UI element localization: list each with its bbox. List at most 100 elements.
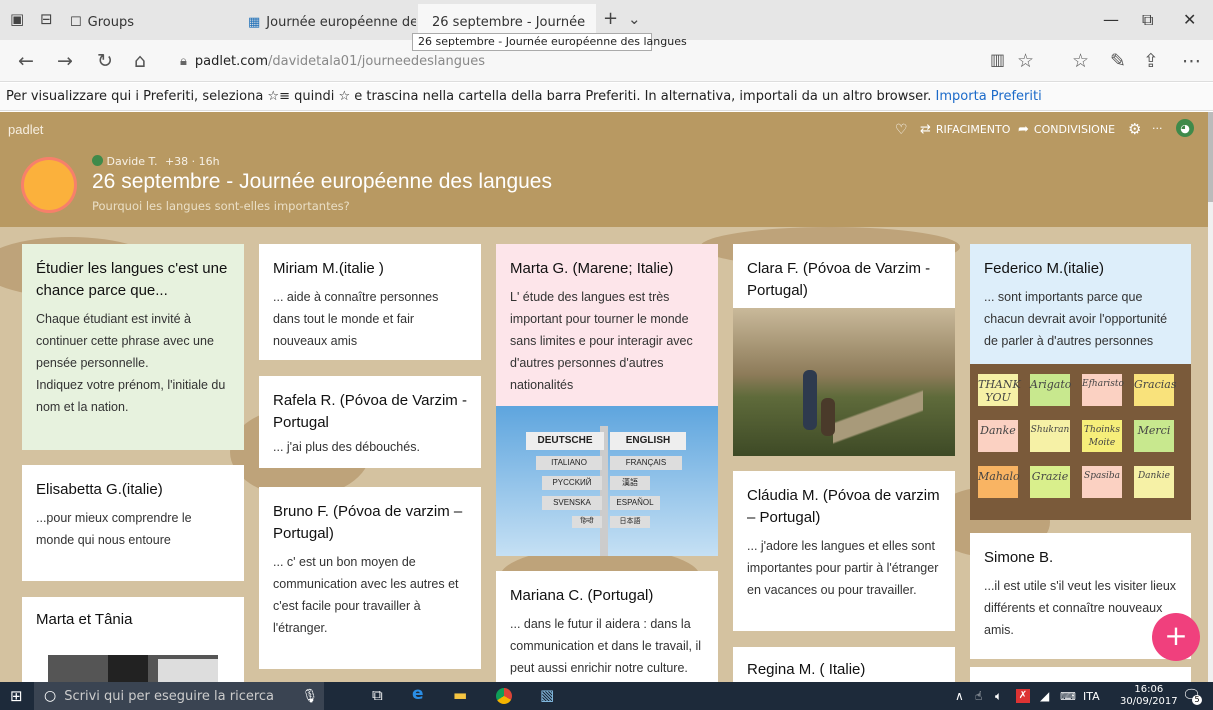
post-title: Elisabetta G.(italie) — [36, 481, 163, 498]
post-body: ... aide à connaître personnes dans tout… — [273, 290, 439, 348]
note: Merci — [1134, 420, 1174, 452]
settings-gear-icon[interactable]: ⚙ — [1128, 120, 1141, 138]
sign-label: ESPAÑOL — [610, 496, 660, 510]
user-avatar[interactable]: ◕ — [1176, 119, 1194, 137]
post-card[interactable]: Marta et Tânia — [22, 597, 244, 682]
clock[interactable]: 16:06 30/09/2017 — [1120, 684, 1178, 708]
heart-icon[interactable]: ♡ — [895, 122, 908, 138]
tab-label: 26 septembre - Journée — [432, 14, 586, 30]
post-body: ... sont importants parce que chacun dev… — [984, 290, 1168, 348]
photos-icon[interactable]: ▧ — [540, 686, 554, 704]
post-body: ...il est utile s'il veut les visiter li… — [984, 579, 1177, 637]
antivirus-icon[interactable]: ✗ — [1016, 689, 1030, 703]
post-card[interactable]: Rafela R. (Póvoa de Varzim - Portugal ..… — [259, 376, 481, 468]
cortana-icon: ○ — [44, 688, 57, 704]
author-name[interactable]: Davide T. — [107, 155, 158, 168]
post-title: Miriam M.(italie ) — [273, 260, 384, 277]
task-view-icon[interactable]: ⧉ — [372, 686, 383, 704]
notes-pen-icon[interactable]: ✎ — [1110, 50, 1126, 72]
post-title: Bruno F. (Póvoa de varzim – Portugal) — [273, 503, 463, 542]
file-explorer-icon[interactable]: ▬ — [453, 686, 467, 704]
more-options-icon[interactable]: ··· — [1152, 122, 1163, 135]
address-bar[interactable]: 🔒︎ padlet.com/davidetala01/journeedeslan… — [180, 48, 970, 74]
sign-label: ENGLISH — [610, 432, 686, 450]
restore-icon[interactable]: ⧉ — [1142, 10, 1153, 30]
tab-tooltip: 26 septembre - Journée européenne des la… — [412, 33, 687, 51]
share-icon[interactable]: ⇪ — [1143, 50, 1159, 72]
volume-icon[interactable]: 🔈︎ — [995, 689, 1002, 704]
author-line: Davide T. +38 · 16h — [92, 155, 220, 168]
sign-label: FRANÇAIS — [610, 456, 682, 470]
note: Mahalo — [978, 466, 1020, 498]
tab-groups[interactable]: ☐ Groups — [62, 4, 238, 40]
padlet-title: 26 septembre - Journée européenne des la… — [92, 170, 552, 193]
scrollbar[interactable] — [1208, 112, 1213, 682]
post-card[interactable]: Mariana C. (Portugal) ... dans le futur … — [496, 571, 718, 682]
post-card[interactable]: Regina M. ( Italie) — [733, 647, 955, 682]
set-aside-tabs-icon[interactable]: ▣ — [10, 10, 24, 28]
post-body: ... c' est un bon moyen de communication… — [273, 555, 459, 635]
touch-icon[interactable]: ☝ — [975, 689, 982, 703]
favorites-bar: Per visualizzare qui i Preferiti, selezi… — [0, 83, 1213, 111]
close-tab-icon[interactable]: ✕ — [595, 15, 596, 30]
taskbar-search[interactable]: ○ Scrivi qui per eseguire la ricerca 🎙︎ — [34, 682, 324, 710]
language-signpost-image: DEUTSCHE ENGLISH ITALIANO FRANÇAIS PYCCK… — [496, 406, 718, 556]
sign-label: 漢語 — [610, 476, 650, 490]
travel-photo — [733, 308, 955, 456]
scrollbar-thumb[interactable] — [1208, 112, 1213, 202]
post-card[interactable]: Étudier les langues c'est une chance par… — [22, 244, 244, 450]
note: Gracias — [1134, 374, 1177, 406]
sign-label: ITALIANO — [536, 456, 602, 470]
favorite-star-icon[interactable]: ☆ — [1017, 50, 1034, 72]
post-title: Federico M.(italie) — [984, 260, 1105, 277]
post-title: Marta G. (Marene; Italie) — [510, 260, 674, 277]
refresh-icon[interactable]: ↻ — [97, 50, 113, 72]
sign-label: हिन्दी — [572, 516, 602, 528]
share-arrow-icon: ➦ — [1018, 122, 1029, 137]
more-icon[interactable]: ⋯ — [1182, 50, 1201, 72]
tab-journee[interactable]: ▦ Journée européenne des lar — [240, 4, 416, 40]
language-indicator[interactable]: ITA — [1083, 690, 1100, 703]
import-favorites-link[interactable]: Importa Preferiti — [936, 89, 1042, 104]
keyboard-icon[interactable]: ⌨ — [1060, 690, 1076, 703]
sign-label: DEUTSCHE — [526, 432, 604, 450]
karma: +38 — [164, 155, 189, 168]
favorites-hub-icon[interactable]: ☆ — [1072, 50, 1089, 72]
new-tab-icon[interactable]: + — [603, 8, 618, 29]
lock-icon: 🔒︎ — [180, 53, 187, 69]
back-icon[interactable]: ← — [18, 50, 34, 72]
chrome-icon[interactable] — [496, 688, 512, 704]
post-card[interactable]: Marta G. (Marene; Italie) L' étude des l… — [496, 244, 718, 556]
thank-you-notes-image: THANK YOU Arigato Efharisto Gracias Dank… — [970, 364, 1191, 520]
edge-browser-icon[interactable]: e — [412, 684, 424, 704]
share-button[interactable]: ➦ CONDIVISIONE — [1018, 122, 1115, 137]
post-body: ... dans le futur il aidera : dans la co… — [510, 617, 702, 675]
post-card[interactable]: Elisabetta G.(italie) ...pour mieux comp… — [22, 465, 244, 581]
post-card[interactable] — [970, 667, 1191, 682]
post-card[interactable]: Bruno F. (Póvoa de varzim – Portugal) ..… — [259, 487, 481, 669]
post-card[interactable]: Miriam M.(italie ) ... aide à connaître … — [259, 244, 481, 360]
post-card[interactable]: Cláudia M. (Póvoa de varzim – Portugal) … — [733, 471, 955, 631]
remake-button[interactable]: ⇄ RIFACIMENTO — [920, 122, 1010, 137]
sign-label: SVENSKA — [542, 496, 602, 510]
favorites-hint: Per visualizzare qui i Preferiti, selezi… — [6, 89, 932, 104]
show-tabs-icon[interactable]: ⊟ — [40, 10, 53, 28]
padlet-logo[interactable]: padlet — [8, 122, 43, 137]
close-window-icon[interactable]: ✕ — [1183, 10, 1196, 29]
show-hidden-icons-chevron-icon[interactable]: ∧ — [955, 689, 964, 703]
tab-label: Journée européenne des lar — [266, 14, 416, 30]
add-post-button[interactable]: + — [1152, 613, 1200, 661]
padlet-header: padlet ♡ ⇄ RIFACIMENTO ➦ CONDIVISIONE ⚙ … — [0, 112, 1208, 227]
url-path: /davidetala01/journeedeslangues — [268, 53, 485, 69]
tab-preview-chevron-icon[interactable]: ⌄ — [628, 10, 641, 28]
minimize-icon[interactable]: — — [1103, 10, 1119, 29]
post-card[interactable]: Clara F. (Póvoa de Varzim - Portugal) — [733, 244, 955, 456]
author-avatar — [92, 155, 103, 166]
reading-view-icon[interactable]: ▥ — [990, 50, 1005, 69]
windows-start-icon[interactable]: ⊞ — [10, 687, 23, 705]
wifi-icon[interactable]: ◢ — [1040, 689, 1049, 703]
home-icon[interactable]: ⌂ — [134, 50, 146, 72]
forward-icon[interactable]: → — [57, 50, 73, 72]
post-card[interactable]: Federico M.(italie) ... sont importants … — [970, 244, 1191, 520]
microphone-icon[interactable]: 🎙︎ — [301, 689, 318, 704]
